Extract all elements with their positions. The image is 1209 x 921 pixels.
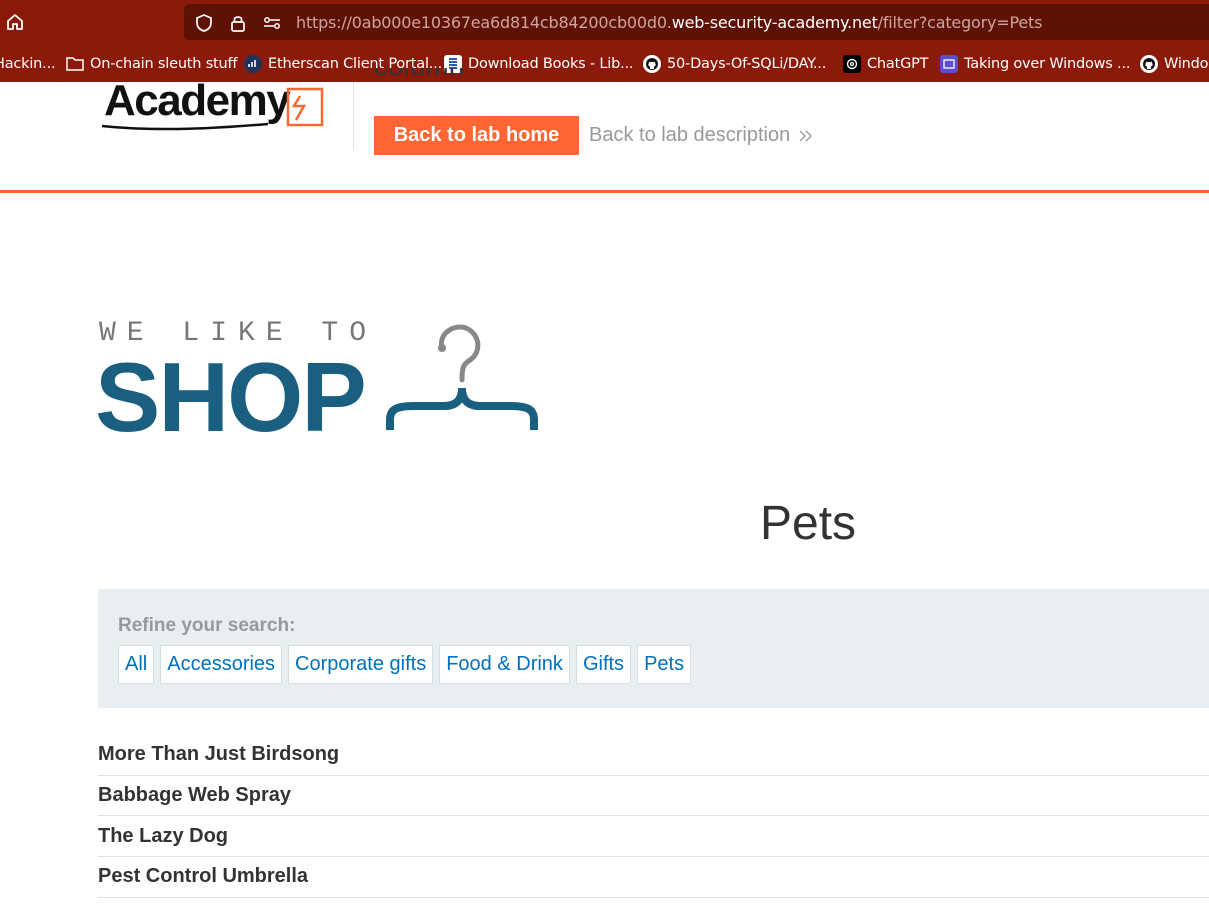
filter-accessories[interactable]: Accessories bbox=[160, 645, 283, 684]
back-home-label: Back to lab home bbox=[393, 124, 560, 146]
bookmark-label: ChatGPT bbox=[867, 56, 929, 72]
shop-title: SHOP bbox=[95, 342, 367, 452]
bookmark-hacking[interactable]: Hackin... bbox=[0, 53, 56, 75]
filter-links: All Accessories Corporate gifts Food & D… bbox=[118, 645, 697, 684]
product-row[interactable]: More Than Just Birdsong bbox=[98, 735, 1209, 776]
filter-corporate-gifts[interactable]: Corporate gifts bbox=[288, 645, 434, 684]
double-chevron-right-icon bbox=[799, 130, 813, 141]
header-rule bbox=[0, 190, 1209, 193]
bookmark-label: Taking over Windows ... bbox=[964, 56, 1131, 72]
permissions-icon[interactable] bbox=[262, 13, 282, 33]
bookmark-label: Download Books - Lib... bbox=[468, 56, 634, 72]
hanger-icon bbox=[386, 324, 538, 430]
filter-panel: Refine your search: All Accessories Corp… bbox=[98, 589, 1209, 708]
lab-title: column bbox=[374, 68, 464, 81]
shield-icon[interactable] bbox=[194, 13, 214, 33]
filter-pets[interactable]: Pets bbox=[637, 645, 692, 684]
header-divider bbox=[353, 82, 354, 150]
bookmark-chatgpt[interactable]: ChatGPT bbox=[843, 53, 929, 75]
home-icon[interactable] bbox=[0, 2, 30, 42]
github-icon bbox=[643, 55, 661, 73]
browser-toolbar: https://0ab000e10367ea6d814cb84200cb00d0… bbox=[0, 0, 1209, 45]
url-host: web-security-academy.net bbox=[671, 13, 878, 32]
academy-header: Academy column Back to lab home Back to … bbox=[0, 68, 1209, 195]
bookmark-windows-takeover[interactable]: Taking over Windows ... bbox=[940, 53, 1130, 75]
url-text[interactable]: https://0ab000e10367ea6d814cb84200cb00d0… bbox=[296, 13, 1042, 33]
back-to-lab-home-button[interactable]: Back to lab home bbox=[374, 116, 579, 155]
chatgpt-icon bbox=[843, 55, 861, 73]
address-bar[interactable]: https://0ab000e10367ea6d814cb84200cb00d0… bbox=[184, 4, 1209, 40]
back-description-label: Back to lab description bbox=[589, 124, 791, 146]
lab-title-text: column bbox=[374, 68, 464, 81]
github-icon bbox=[1140, 55, 1158, 73]
site-icon bbox=[940, 55, 958, 73]
url-path: /filter?category=Pets bbox=[877, 13, 1043, 32]
product-row[interactable]: Pest Control Umbrella bbox=[98, 857, 1209, 898]
bookmark-label: On-chain sleuth stuff bbox=[90, 56, 238, 72]
bookmark-label: 50-Days-Of-SQLi/DAY... bbox=[667, 56, 827, 72]
category-heading: Pets bbox=[760, 497, 857, 550]
logo-swoosh-icon bbox=[101, 87, 324, 131]
folder-icon bbox=[66, 55, 84, 73]
url-prefix: https://0ab000e10367ea6d814cb84200cb00d0… bbox=[296, 13, 672, 32]
bookmark-on-chain[interactable]: On-chain sleuth stuff bbox=[66, 53, 238, 75]
product-row[interactable]: Babbage Web Spray bbox=[98, 776, 1209, 817]
filter-all[interactable]: All bbox=[118, 645, 155, 684]
product-list: More Than Just Birdsong Babbage Web Spra… bbox=[98, 735, 1209, 898]
lock-icon[interactable] bbox=[228, 13, 248, 33]
filter-food-drink[interactable]: Food & Drink bbox=[439, 645, 570, 684]
bookmark-label: Windo bbox=[1164, 56, 1209, 72]
product-row[interactable]: The Lazy Dog bbox=[98, 816, 1209, 858]
refine-search-label: Refine your search: bbox=[118, 615, 296, 636]
bookmark-label: Hackin... bbox=[0, 56, 56, 72]
filter-gifts[interactable]: Gifts bbox=[575, 645, 632, 684]
academy-logo[interactable]: Academy bbox=[100, 76, 340, 134]
etherscan-icon bbox=[244, 55, 262, 73]
bookmark-books[interactable]: Download Books - Lib... bbox=[444, 53, 634, 75]
bookmark-windows-github[interactable]: Windo bbox=[1140, 53, 1209, 75]
back-to-lab-description-link[interactable]: Back to lab description bbox=[589, 124, 814, 147]
bookmark-sqli[interactable]: 50-Days-Of-SQLi/DAY... bbox=[643, 53, 826, 75]
